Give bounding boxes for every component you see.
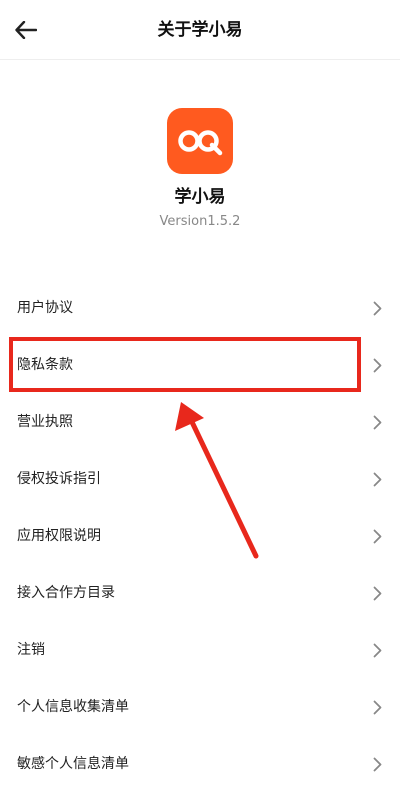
- menu-item-label: 敏感个人信息清单: [17, 756, 129, 772]
- app-version: Version1.5.2: [159, 214, 241, 229]
- menu-item-label: 用户协议: [17, 300, 73, 316]
- menu-item-label: 隐私条款: [17, 357, 73, 373]
- chevron-right-icon: [373, 472, 382, 487]
- chevron-right-icon: [373, 757, 382, 772]
- chevron-right-icon: [373, 700, 382, 715]
- chevron-right-icon: [373, 301, 382, 316]
- chevron-right-icon: [373, 358, 382, 373]
- back-button[interactable]: [10, 14, 42, 46]
- infinity-q-logo-icon: [178, 130, 223, 156]
- menu-item-label: 注销: [17, 642, 45, 658]
- menu-item-deregister[interactable]: 注销: [0, 622, 400, 679]
- menu-item-sensitive-info-list[interactable]: 敏感个人信息清单: [0, 736, 400, 793]
- menu-item-label: 个人信息收集清单: [17, 699, 129, 715]
- menu-item-personal-info-list[interactable]: 个人信息收集清单: [0, 679, 400, 736]
- menu-item-permissions[interactable]: 应用权限说明: [0, 508, 400, 565]
- arrow-left-icon: [15, 21, 37, 39]
- chevron-right-icon: [373, 415, 382, 430]
- chevron-right-icon: [373, 586, 382, 601]
- menu-item-label: 接入合作方目录: [17, 585, 115, 601]
- header-bar: 关于学小易: [0, 0, 400, 60]
- app-name: 学小易: [174, 187, 226, 207]
- menu-item-partners[interactable]: 接入合作方目录: [0, 565, 400, 622]
- menu-item-business-license[interactable]: 营业执照: [0, 394, 400, 451]
- menu-list: 用户协议 隐私条款 营业执照 侵权投诉指引 应用权限说明 接入合作方目录 注销 …: [0, 280, 400, 793]
- menu-item-privacy-terms[interactable]: 隐私条款: [0, 337, 400, 394]
- menu-item-infringement-guide[interactable]: 侵权投诉指引: [0, 451, 400, 508]
- app-logo: [167, 108, 233, 174]
- app-info: 学小易 Version1.5.2: [0, 108, 400, 231]
- menu-item-label: 侵权投诉指引: [17, 471, 101, 487]
- page-title: 关于学小易: [157, 20, 243, 40]
- chevron-right-icon: [373, 643, 382, 658]
- menu-item-user-agreement[interactable]: 用户协议: [0, 280, 400, 337]
- menu-item-label: 营业执照: [17, 414, 73, 430]
- chevron-right-icon: [373, 529, 382, 544]
- menu-item-label: 应用权限说明: [17, 528, 101, 544]
